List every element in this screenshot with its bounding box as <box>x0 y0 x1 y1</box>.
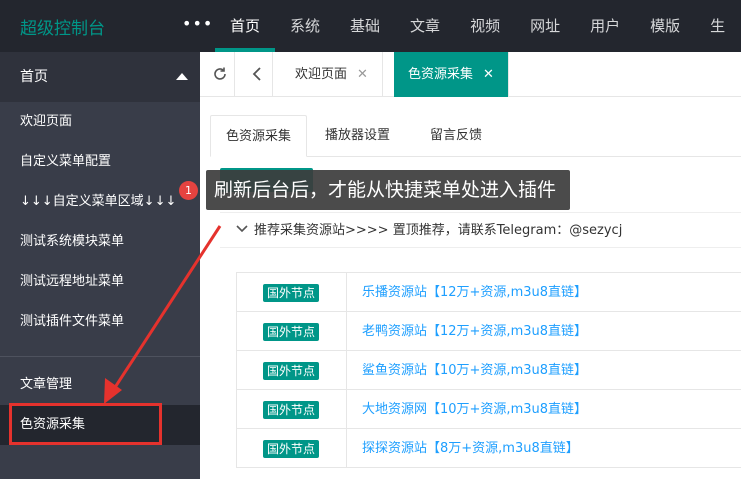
sidebar-item-test-system[interactable]: 测试系统模块菜单 <box>0 222 200 262</box>
nav-more[interactable]: 生 <box>695 0 740 52</box>
source-link[interactable]: 老鸭资源站【12万+资源,m3u8直链】 <box>362 312 587 351</box>
sidebar-section-label: 首页 <box>20 69 48 85</box>
more-menu-icon[interactable]: ••• <box>182 14 213 33</box>
sidebar-item-custom-area[interactable]: ↓↓↓自定义菜单区域↓↓↓ <box>0 182 200 222</box>
table-row: 国外节点 鲨鱼资源站【10万+资源,m3u8直链】 <box>236 351 741 390</box>
refresh-icon[interactable] <box>205 52 235 97</box>
node-badge: 国外节点 <box>263 440 320 458</box>
tooltip-number-badge: 1 <box>179 181 198 200</box>
nav-user[interactable]: 用户 <box>575 0 635 52</box>
page-tab-welcome[interactable]: 欢迎页面 ✕ <box>281 52 383 97</box>
source-link[interactable]: 鲨鱼资源站【10万+资源,m3u8直链】 <box>362 351 587 390</box>
page-tab-se-collect[interactable]: 色资源采集 ✕ <box>394 52 509 97</box>
node-badge: 国外节点 <box>263 284 320 302</box>
source-link[interactable]: 乐播资源站【12万+资源,m3u8直链】 <box>362 273 587 312</box>
caret-up-icon <box>176 73 188 80</box>
sidebar-item-test-remote[interactable]: 测试远程地址菜单 <box>0 262 200 302</box>
notice-text: 推荐采集资源站>>>> 置顶推荐，请联系Telegram：@sezycj <box>254 223 623 238</box>
page-tab-bar: 欢迎页面 ✕ 色资源采集 ✕ <box>200 52 741 97</box>
subtab-player[interactable]: 播放器设置 <box>310 115 405 157</box>
source-table: 国外节点 乐播资源站【12万+资源,m3u8直链】 国外节点 老鸭资源站【12万… <box>236 272 741 468</box>
source-link[interactable]: 大地资源网【10万+资源,m3u8直链】 <box>362 390 587 429</box>
top-bar: 超级控制台 ••• 首页 系统 基础 文章 视频 网址 用户 模版 生 <box>0 0 741 52</box>
node-badge: 国外节点 <box>263 323 320 341</box>
subtab-collect[interactable]: 色资源采集 <box>210 115 308 157</box>
nav-template[interactable]: 模版 <box>635 0 695 52</box>
sidebar-item-test-plugin[interactable]: 测试插件文件菜单 <box>0 302 200 342</box>
table-cell: 国外节点 <box>236 312 347 351</box>
nav-home[interactable]: 首页 <box>215 0 275 52</box>
table-cell: 国外节点 <box>236 273 347 312</box>
chevron-down-icon <box>236 213 248 249</box>
nav-article[interactable]: 文章 <box>395 0 455 52</box>
table-cell: 国外节点 <box>236 351 347 390</box>
close-icon[interactable]: ✕ <box>483 67 494 82</box>
chevron-left-icon[interactable] <box>243 52 273 97</box>
main-content: 欢迎页面 ✕ 色资源采集 ✕ 色资源采集 播放器设置 留言反馈 推荐采集资源站>>>… <box>200 52 741 479</box>
sidebar-section-home[interactable]: 首页 <box>0 52 200 102</box>
recommend-notice[interactable]: 推荐采集资源站>>>> 置顶推荐，请联系Telegram：@sezycj <box>220 212 741 248</box>
page-tab-label: 色资源采集 <box>408 67 474 82</box>
sidebar-item-article-manage[interactable]: 文章管理 <box>0 365 200 405</box>
table-row: 国外节点 大地资源网【10万+资源,m3u8直链】 <box>236 390 741 429</box>
tooltip: 刷新后台后，才能从快捷菜单处进入插件 <box>206 170 571 210</box>
sidebar-item-custom-menu[interactable]: 自定义菜单配置 <box>0 142 200 182</box>
node-badge: 国外节点 <box>263 401 320 419</box>
table-row: 国外节点 探探资源站【8万+资源,m3u8直链】 <box>236 429 741 468</box>
page-tab-label: 欢迎页面 <box>295 67 348 82</box>
table-cell: 国外节点 <box>236 390 347 429</box>
nav-url[interactable]: 网址 <box>515 0 575 52</box>
annotation-highlight-box <box>9 403 162 445</box>
sub-tab-bar: 色资源采集 播放器设置 留言反馈 <box>210 115 741 157</box>
node-badge: 国外节点 <box>263 362 320 380</box>
table-row: 国外节点 老鸭资源站【12万+资源,m3u8直链】 <box>236 312 741 351</box>
table-row: 国外节点 乐播资源站【12万+资源,m3u8直链】 <box>236 273 741 312</box>
nav-system[interactable]: 系统 <box>275 0 335 52</box>
close-icon[interactable]: ✕ <box>357 67 368 82</box>
sidebar-divider <box>0 356 200 357</box>
nav-basic[interactable]: 基础 <box>335 0 395 52</box>
top-nav: 首页 系统 基础 文章 视频 网址 用户 模版 生 <box>215 0 740 52</box>
subtab-feedback[interactable]: 留言反馈 <box>415 115 497 157</box>
sidebar-item-welcome[interactable]: 欢迎页面 <box>0 102 200 142</box>
table-cell: 国外节点 <box>236 429 347 468</box>
source-link[interactable]: 探探资源站【8万+资源,m3u8直链】 <box>362 429 579 468</box>
app-logo[interactable]: 超级控制台 <box>20 14 105 39</box>
nav-video[interactable]: 视频 <box>455 0 515 52</box>
